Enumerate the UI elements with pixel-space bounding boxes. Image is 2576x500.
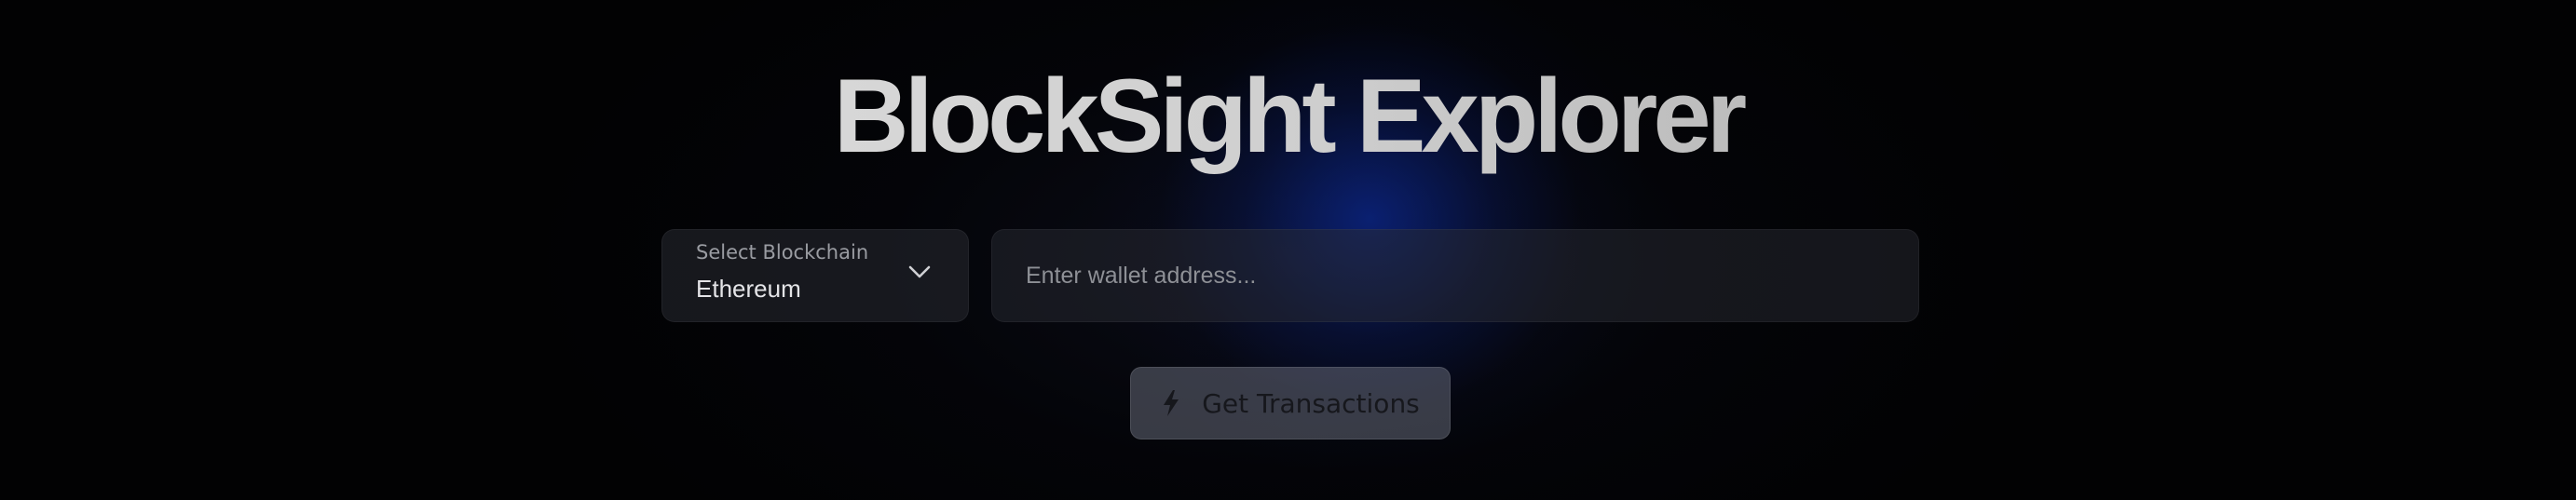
page: BlockSight Explorer Select Blockchain Et… (0, 0, 2576, 500)
chevron-down-icon[interactable] (907, 264, 932, 280)
wallet-address-input[interactable] (991, 229, 1919, 322)
page-title: BlockSight Explorer (0, 56, 2576, 177)
blockchain-select-value: Ethereum (696, 275, 801, 303)
lightning-bolt-icon (1164, 390, 1179, 416)
get-transactions-button[interactable]: Get Transactions (1130, 367, 1451, 439)
get-transactions-label: Get Transactions (1202, 387, 1420, 419)
blockchain-select-label: Select Blockchain (696, 241, 869, 264)
